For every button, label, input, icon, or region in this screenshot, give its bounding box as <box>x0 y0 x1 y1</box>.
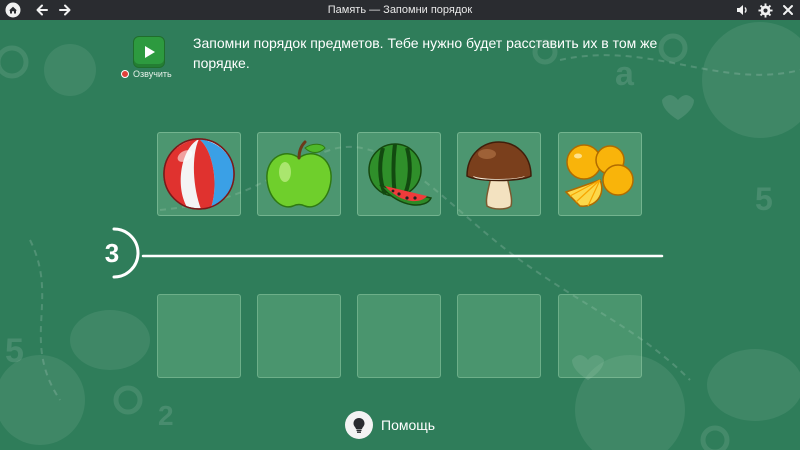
item-card-ball <box>157 132 241 216</box>
answer-slot-2[interactable] <box>257 294 341 378</box>
countdown-timer: 3 <box>104 238 120 268</box>
top-bar: Память — Запомни порядок <box>0 0 800 20</box>
task-instruction: Запомни порядок предметов. Тебе нужно бу… <box>193 35 658 71</box>
svg-text:2: 2 <box>158 400 174 431</box>
item-card-apple <box>257 132 341 216</box>
answer-slot-4[interactable] <box>457 294 541 378</box>
close-button[interactable] <box>778 0 798 20</box>
orange-icon <box>564 144 634 207</box>
help-label: Помощь <box>381 417 436 433</box>
play-icon <box>145 46 155 58</box>
mushroom-icon <box>466 141 532 210</box>
watermelon-icon <box>368 143 433 206</box>
record-icon <box>121 70 129 78</box>
svg-text:5: 5 <box>5 332 24 370</box>
answer-slot-1[interactable] <box>157 294 241 378</box>
gear-icon <box>757 2 773 18</box>
ball-icon <box>163 138 235 210</box>
sound-button[interactable] <box>732 0 752 20</box>
play-button[interactable] <box>133 36 165 68</box>
close-icon <box>783 5 793 15</box>
voice-over-button[interactable]: Озвучить <box>121 69 172 79</box>
window-title: Память — Запомни порядок <box>327 4 473 16</box>
lightbulb-icon <box>345 411 373 439</box>
answer-slot-5[interactable] <box>558 294 642 378</box>
item-card-oranges <box>558 132 642 216</box>
apple-icon <box>266 140 332 208</box>
speaker-icon <box>737 5 747 15</box>
voice-over-label: Озвучить <box>133 69 172 79</box>
item-card-mushroom <box>457 132 541 216</box>
svg-text:5: 5 <box>755 181 773 217</box>
help-button[interactable]: Помощь <box>345 410 435 440</box>
settings-button[interactable] <box>755 0 775 20</box>
item-card-watermelon <box>357 132 441 216</box>
answer-slot-3[interactable] <box>357 294 441 378</box>
